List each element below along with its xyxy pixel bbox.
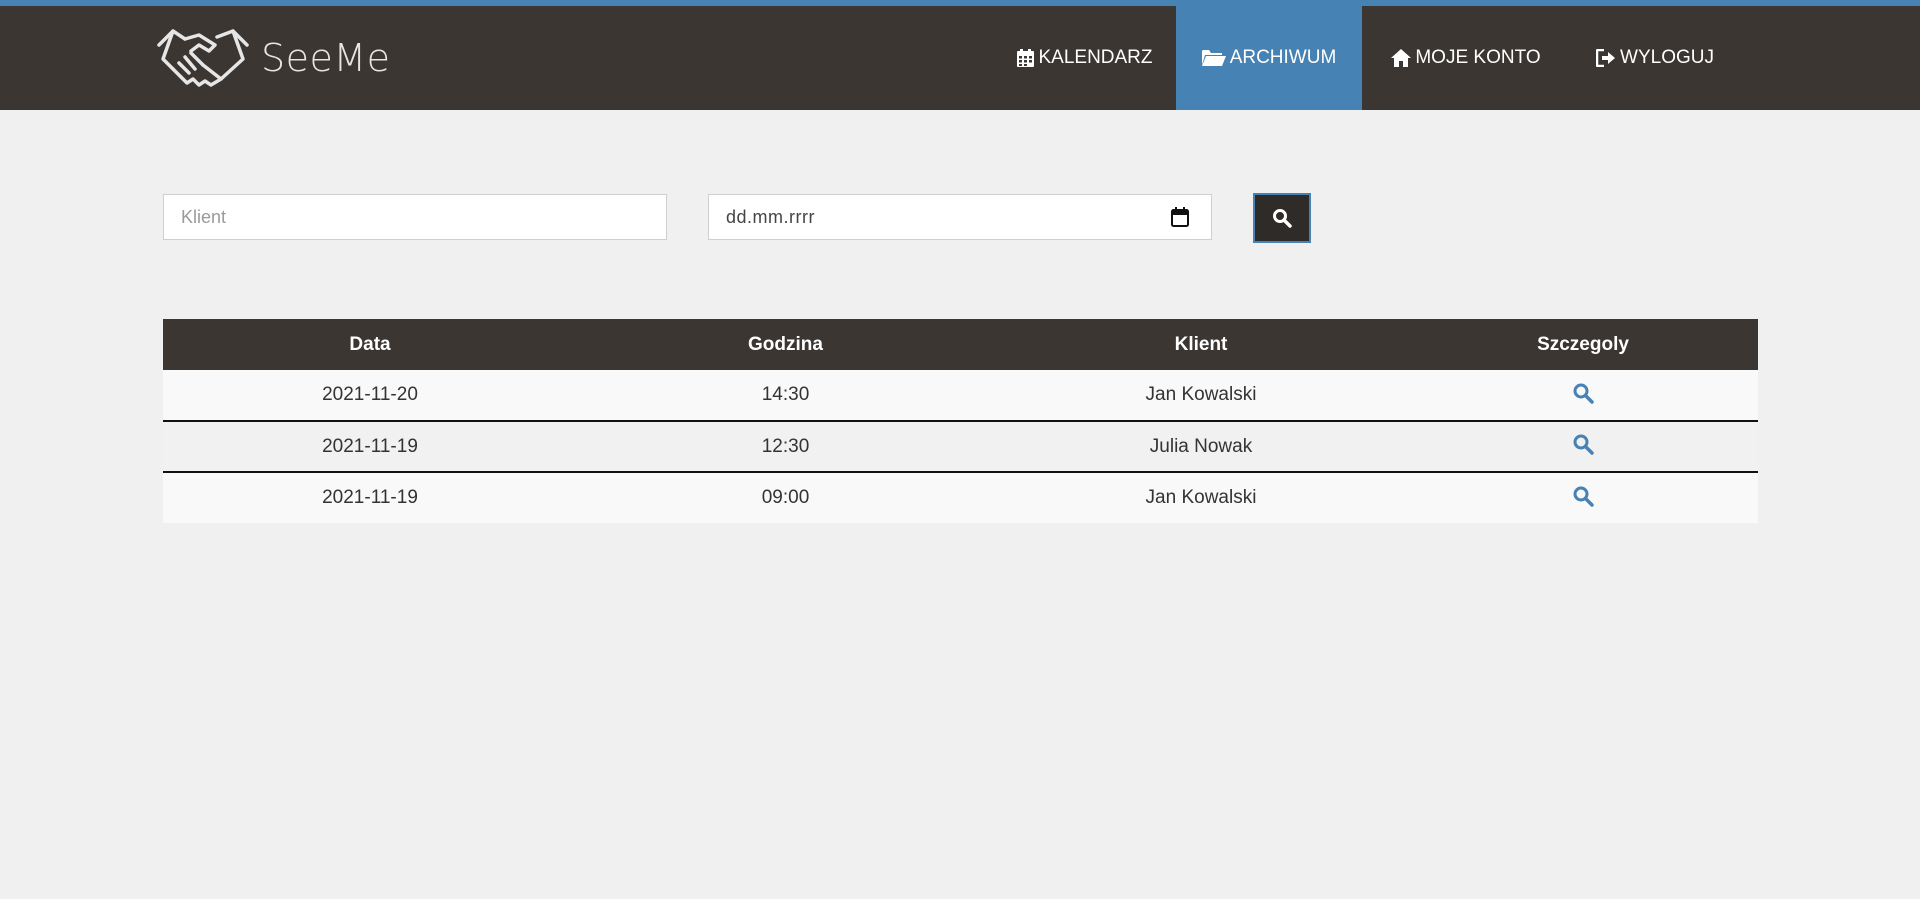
brand-name: SeeMe	[261, 36, 391, 80]
cell-time: 09:00	[761, 487, 810, 508]
nav-label: WYLOGUJ	[1620, 47, 1714, 68]
table-header-row: Data Godzina Klient Szczegoly	[163, 319, 1758, 370]
folder-open-icon	[1201, 50, 1226, 66]
search-button[interactable]	[1253, 193, 1311, 243]
search-icon[interactable]	[1572, 433, 1594, 456]
cell-time: 14:30	[761, 384, 810, 405]
nav-moje-konto[interactable]: MOJE KONTO	[1362, 6, 1570, 110]
search-icon	[1273, 209, 1292, 228]
header-szczegoly: Szczegoly	[1537, 333, 1629, 355]
date-input-placeholder: dd.mm.rrrr	[726, 206, 815, 227]
client-input[interactable]: Klient	[163, 194, 667, 240]
nav-label: ARCHIWUM	[1229, 47, 1337, 68]
nav-label: MOJE KONTO	[1415, 47, 1541, 68]
cell-details	[1408, 421, 1758, 472]
table-row: 2021-11-20 14:30 Jan Kowalski	[163, 370, 1758, 421]
calendar-icon	[1017, 49, 1035, 67]
home-icon	[1391, 49, 1412, 67]
client-input-placeholder: Klient	[181, 206, 227, 227]
header-godzina: Godzina	[748, 333, 823, 355]
cell-date: 2021-11-19	[322, 435, 418, 457]
nav-label: KALENDARZ	[1038, 47, 1153, 68]
cell-details	[1408, 370, 1758, 421]
archive-table: Data Godzina Klient Szczegoly 2021-11-20…	[163, 319, 1758, 523]
calendar-picker-icon[interactable]	[1171, 207, 1189, 227]
cell-date: 2021-11-20	[322, 384, 418, 405]
table-row: 2021-11-19 12:30 Julia Nowak	[163, 421, 1758, 472]
nav-kalendarz[interactable]: KALENDARZ	[992, 6, 1178, 110]
brand[interactable]: SeeMe	[155, 22, 391, 94]
cell-time: 12:30	[761, 435, 810, 457]
nav-archiwum[interactable]: ARCHIWUM	[1176, 6, 1362, 110]
logout-icon	[1596, 49, 1616, 67]
search-icon[interactable]	[1572, 485, 1594, 507]
date-input[interactable]: dd.mm.rrrr	[708, 194, 1212, 240]
nav-wyloguj[interactable]: WYLOGUJ	[1570, 6, 1740, 110]
search-icon[interactable]	[1572, 382, 1594, 404]
header-data: Data	[349, 333, 391, 355]
navbar: SeeMe KALENDARZ ARCHIWUM MOJE KONTO WYLO…	[0, 6, 1920, 110]
cell-client: Jan Kowalski	[1145, 384, 1257, 405]
cell-client: Julia Nowak	[1149, 435, 1253, 457]
cell-client: Jan Kowalski	[1145, 487, 1257, 508]
cell-details	[1408, 472, 1758, 523]
cell-date: 2021-11-19	[322, 487, 418, 508]
handshake-icon	[157, 29, 249, 87]
table-row: 2021-11-19 09:00 Jan Kowalski	[163, 472, 1758, 523]
header-klient: Klient	[1174, 333, 1228, 355]
